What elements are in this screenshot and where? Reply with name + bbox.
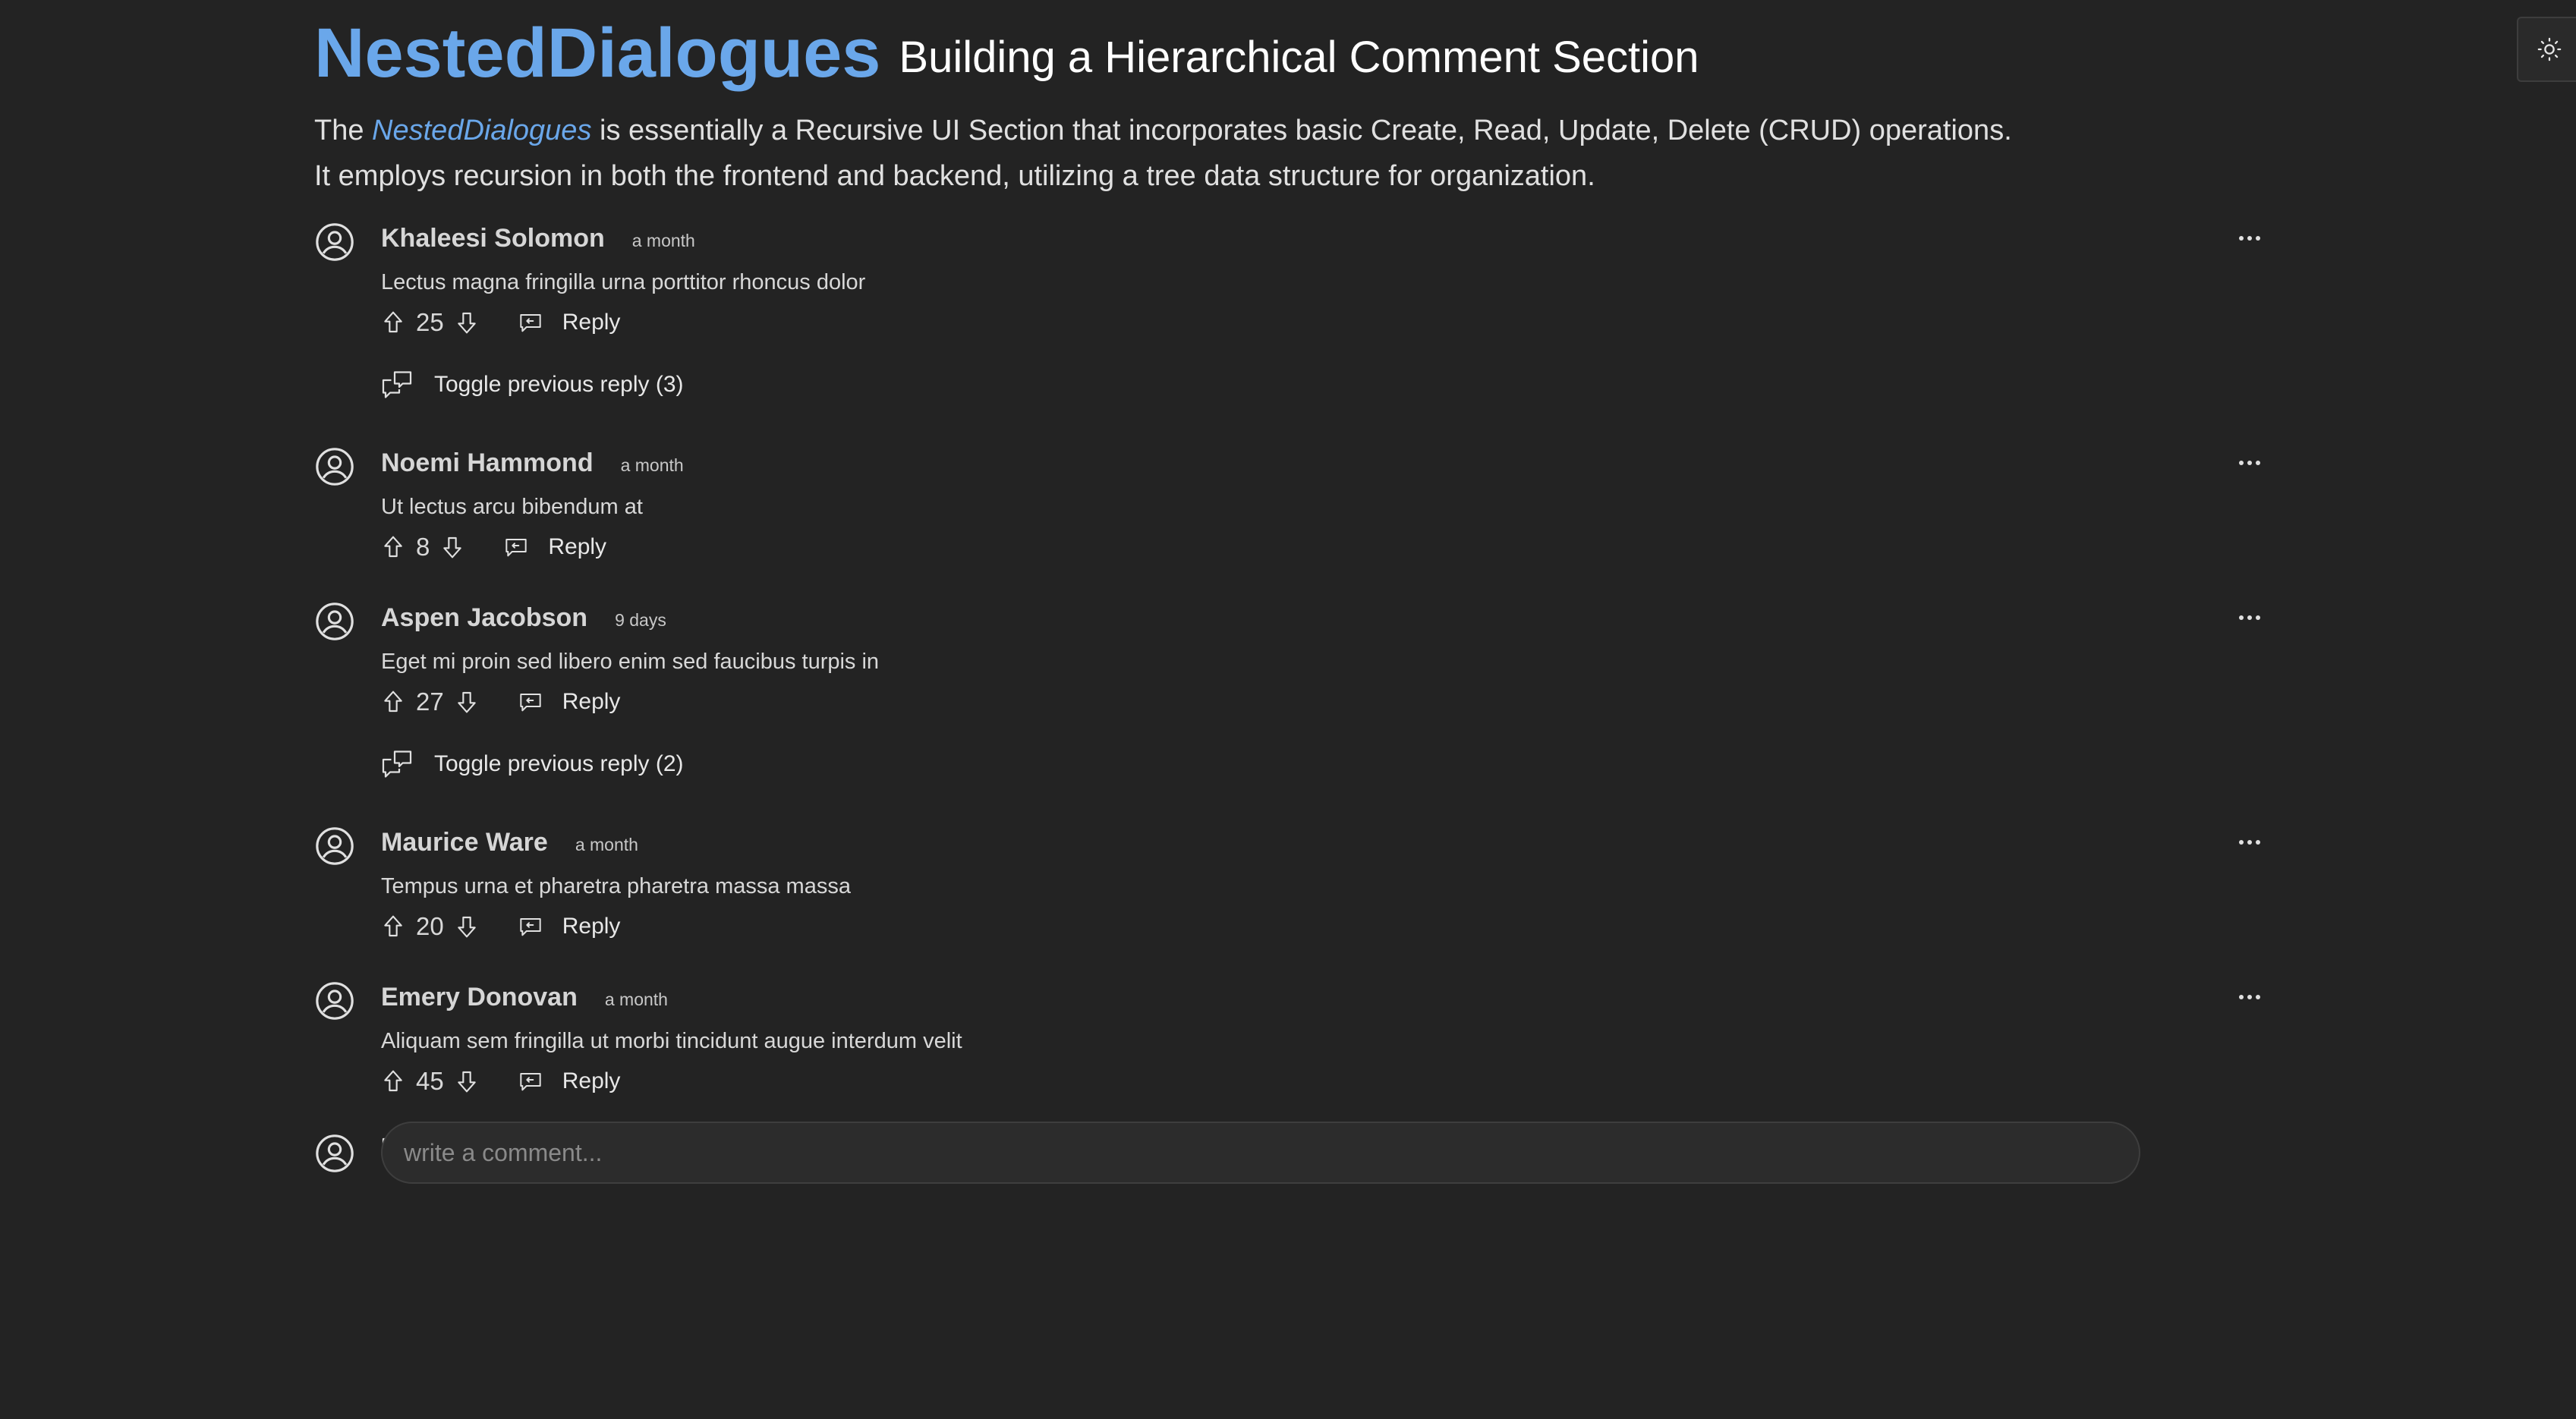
comment-text: Eget mi proin sed libero enim sed faucib… bbox=[381, 650, 880, 674]
downvote-arrow-icon[interactable] bbox=[455, 309, 479, 336]
reply-icon[interactable] bbox=[504, 534, 530, 560]
comment-item: Maurice Ware a month Tempus urna et pharet… bbox=[314, 820, 2272, 945]
comment-actions: 8 Reply bbox=[381, 528, 2272, 566]
more-options-icon[interactable] bbox=[2227, 982, 2272, 1012]
comment-body: Noemi Hammond a month Ut lectus arcu biben… bbox=[381, 440, 2272, 566]
comment-item: Aspen Jacobson 9 days Eget mi proin sed li… bbox=[314, 595, 2272, 791]
brand-title: NestedDialogues bbox=[314, 14, 881, 92]
comment-timestamp: a month bbox=[620, 455, 684, 475]
comment-author: Maurice Ware bbox=[381, 828, 548, 857]
more-options-icon[interactable] bbox=[2227, 603, 2272, 633]
comment-meta: Aspen Jacobson 9 days bbox=[381, 595, 2272, 640]
toggle-replies-button[interactable]: Toggle previous reply (2) bbox=[381, 738, 2272, 791]
avatar-icon bbox=[316, 448, 354, 486]
intro-rest: is essentially a Recursive UI Section th… bbox=[591, 115, 2012, 146]
comment-body: Khaleesi Solomon a month Lectus magna frin… bbox=[381, 216, 2272, 411]
comment-text: Lectus magna fringilla urna porttitor rh… bbox=[381, 270, 866, 294]
toggle-replies-button[interactable]: Toggle previous reply (3) bbox=[381, 358, 2272, 411]
comment-list: Khaleesi Solomon a month Lectus magna frin… bbox=[314, 216, 2272, 1170]
downvote-arrow-icon[interactable] bbox=[440, 533, 464, 561]
comment-body: Maurice Ware a month Tempus urna et pharet… bbox=[381, 820, 2272, 945]
chat-bubbles-icon bbox=[381, 747, 414, 781]
vote-score: 8 bbox=[416, 533, 430, 561]
reply-button[interactable]: Reply bbox=[562, 689, 621, 715]
reply-icon[interactable] bbox=[518, 310, 544, 335]
downvote-arrow-icon[interactable] bbox=[455, 1068, 479, 1095]
vote-score: 45 bbox=[416, 1067, 444, 1095]
comment-actions: 27 Reply bbox=[381, 683, 2272, 721]
avatar-icon bbox=[316, 1134, 354, 1172]
reply-icon[interactable] bbox=[518, 689, 544, 715]
upvote-arrow-icon[interactable] bbox=[381, 1068, 405, 1095]
comment-text: Ut lectus arcu bibendum at bbox=[381, 495, 643, 519]
intro-brand: NestedDialogues bbox=[372, 115, 592, 146]
title-row: NestedDialogues Building a Hierarchical … bbox=[314, 0, 2272, 106]
vote-score: 25 bbox=[416, 308, 444, 336]
intro-prefix: The bbox=[314, 115, 373, 146]
comment-timestamp: a month bbox=[604, 990, 668, 1009]
vote-score: 27 bbox=[416, 687, 444, 716]
comment-author: Emery Donovan bbox=[381, 983, 578, 1012]
toggle-replies-label: Toggle previous reply (2) bbox=[434, 751, 684, 776]
reply-icon[interactable] bbox=[518, 914, 544, 939]
comment-author: Khaleesi Solomon bbox=[381, 224, 605, 253]
comment-item: Noemi Hammond a month Ut lectus arcu biben… bbox=[314, 440, 2272, 566]
page: NestedDialogues Building a Hierarchical … bbox=[0, 0, 2576, 1419]
chat-bubbles-icon bbox=[381, 368, 414, 401]
comment-actions: 45 Reply bbox=[381, 1062, 2272, 1100]
upvote-arrow-icon[interactable] bbox=[381, 533, 405, 561]
comment-meta: Maurice Ware a month bbox=[381, 820, 2272, 865]
page-subtitle: Building a Hierarchical Comment Section bbox=[899, 33, 1699, 82]
more-options-icon[interactable] bbox=[2227, 223, 2272, 253]
vote-score: 20 bbox=[416, 912, 444, 940]
comment-meta: Emery Donovan a month bbox=[381, 974, 2272, 1020]
downvote-arrow-icon[interactable] bbox=[455, 913, 479, 940]
intro-line-2: It employs recursion in both the fronten… bbox=[314, 160, 1595, 192]
comment-body: Aspen Jacobson 9 days Eget mi proin sed li… bbox=[381, 595, 2272, 791]
upvote-arrow-icon[interactable] bbox=[381, 913, 405, 940]
comment-meta: Noemi Hammond a month bbox=[381, 440, 2272, 486]
upvote-arrow-icon[interactable] bbox=[381, 309, 405, 336]
comment-text: Aliquam sem fringilla ut morbi tincidunt… bbox=[381, 1029, 962, 1053]
comment-input[interactable] bbox=[381, 1122, 2140, 1184]
intro-paragraph: The NestedDialogues is essentially a Rec… bbox=[314, 108, 2272, 199]
comment-item: Khaleesi Solomon a month Lectus magna frin… bbox=[314, 216, 2272, 411]
sun-icon bbox=[2537, 37, 2562, 61]
comment-timestamp: a month bbox=[631, 231, 695, 250]
comment-author: Noemi Hammond bbox=[381, 448, 594, 477]
comment-timestamp: a month bbox=[575, 835, 638, 854]
reply-button[interactable]: Reply bbox=[562, 1068, 621, 1094]
comment-composer bbox=[314, 1122, 2140, 1185]
avatar-icon bbox=[316, 603, 354, 640]
comment-meta: Khaleesi Solomon a month bbox=[381, 216, 2272, 261]
avatar-icon bbox=[316, 827, 354, 865]
reply-button[interactable]: Reply bbox=[548, 534, 606, 560]
reply-button[interactable]: Reply bbox=[562, 914, 621, 939]
comment-actions: 20 Reply bbox=[381, 908, 2272, 945]
more-options-icon[interactable] bbox=[2227, 827, 2272, 857]
main-container: NestedDialogues Building a Hierarchical … bbox=[314, 0, 2576, 1184]
comment-text: Tempus urna et pharetra pharetra massa m… bbox=[381, 874, 851, 898]
theme-toggle-button[interactable] bbox=[2517, 17, 2576, 82]
reply-button[interactable]: Reply bbox=[562, 310, 621, 335]
downvote-arrow-icon[interactable] bbox=[455, 688, 479, 716]
upvote-arrow-icon[interactable] bbox=[381, 688, 405, 716]
more-options-icon[interactable] bbox=[2227, 448, 2272, 478]
comment-timestamp: 9 days bbox=[615, 610, 666, 630]
intro-line-1: The NestedDialogues is essentially a Rec… bbox=[314, 108, 2272, 153]
toggle-replies-label: Toggle previous reply (3) bbox=[434, 372, 684, 397]
avatar-icon bbox=[316, 223, 354, 261]
avatar-icon bbox=[316, 982, 354, 1020]
comment-actions: 25 Reply bbox=[381, 304, 2272, 341]
reply-icon[interactable] bbox=[518, 1068, 544, 1094]
comment-author: Aspen Jacobson bbox=[381, 603, 588, 632]
